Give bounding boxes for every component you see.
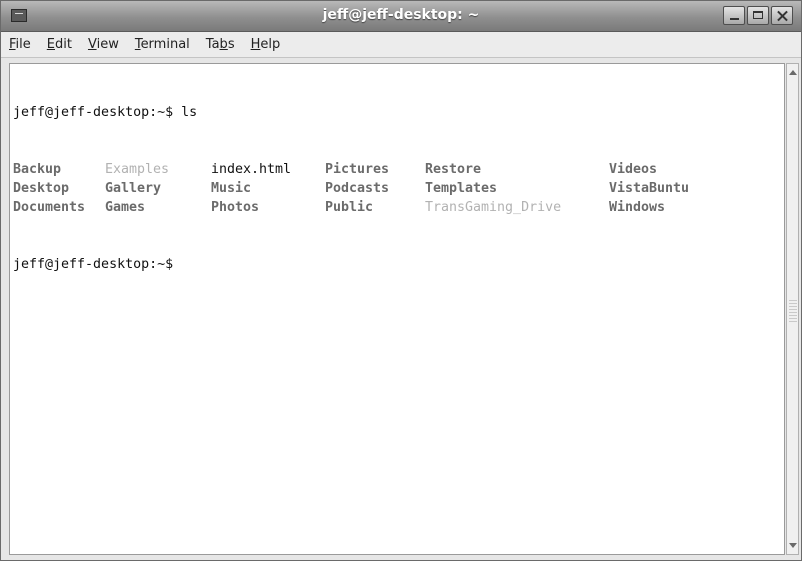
current-prompt-line[interactable]: jeff@jeff-desktop:~$	[13, 255, 781, 274]
ls-entry: Templates	[425, 181, 498, 196]
ls-entry: Music	[211, 181, 252, 196]
window-title: jeff@jeff-desktop: ~	[322, 7, 480, 23]
ls-entry: Podcasts	[325, 181, 390, 196]
title-bar[interactable]: jeff@jeff-desktop: ~	[1, 1, 801, 32]
ls-entry: Desktop	[13, 181, 70, 196]
ls-entry: Examples	[105, 162, 170, 177]
minimize-button[interactable]	[723, 6, 745, 25]
ls-entry: Documents	[13, 200, 86, 215]
command-line: jeff@jeff-desktop:~$ ls	[13, 103, 781, 122]
window-controls	[723, 6, 793, 25]
ls-entry: Backup	[13, 162, 62, 177]
ls-entry: VistaBuntu	[609, 181, 690, 196]
maximize-button[interactable]	[747, 6, 769, 25]
ls-entry: Pictures	[325, 162, 390, 177]
ls-entry: Restore	[425, 162, 482, 177]
prompt: jeff@jeff-desktop:~$	[13, 257, 174, 272]
ls-listing: Backup Examples index.html Pictures Restore V…	[13, 160, 781, 217]
ls-entry: Photos	[211, 200, 260, 215]
menu-item-edit[interactable]: Edit	[47, 37, 72, 52]
close-button[interactable]	[771, 6, 793, 25]
command: ls	[181, 105, 198, 120]
menu-item-file[interactable]: File	[9, 37, 31, 52]
menu-item-tabs[interactable]: Tabs	[206, 37, 235, 52]
ls-entry: Gallery	[105, 181, 162, 196]
menu-item-help[interactable]: Help	[251, 37, 281, 52]
ls-entry: Public	[325, 200, 374, 215]
ls-entry: TransGaming_Drive	[425, 200, 562, 215]
menu-item-view[interactable]: View	[88, 37, 119, 52]
ls-entry: Games	[105, 200, 146, 215]
scroll-up-arrow-icon[interactable]	[789, 70, 797, 75]
menu-item-terminal[interactable]: Terminal	[135, 37, 190, 52]
ls-entry: Windows	[609, 200, 666, 215]
terminal-window: jeff@jeff-desktop: ~ File Edit View Termina…	[0, 0, 802, 561]
terminal-output[interactable]: jeff@jeff-desktop:~$ ls Backup Examples in…	[9, 63, 785, 555]
vertical-scrollbar[interactable]	[786, 63, 799, 555]
menu-bar: File Edit View Terminal Tabs Help	[1, 32, 801, 58]
scroll-down-arrow-icon[interactable]	[789, 543, 797, 548]
ls-entry: Videos	[609, 162, 658, 177]
scroll-grip-icon[interactable]	[789, 300, 797, 324]
ls-entry: index.html	[211, 162, 292, 177]
prompt: jeff@jeff-desktop:~$	[13, 105, 174, 120]
